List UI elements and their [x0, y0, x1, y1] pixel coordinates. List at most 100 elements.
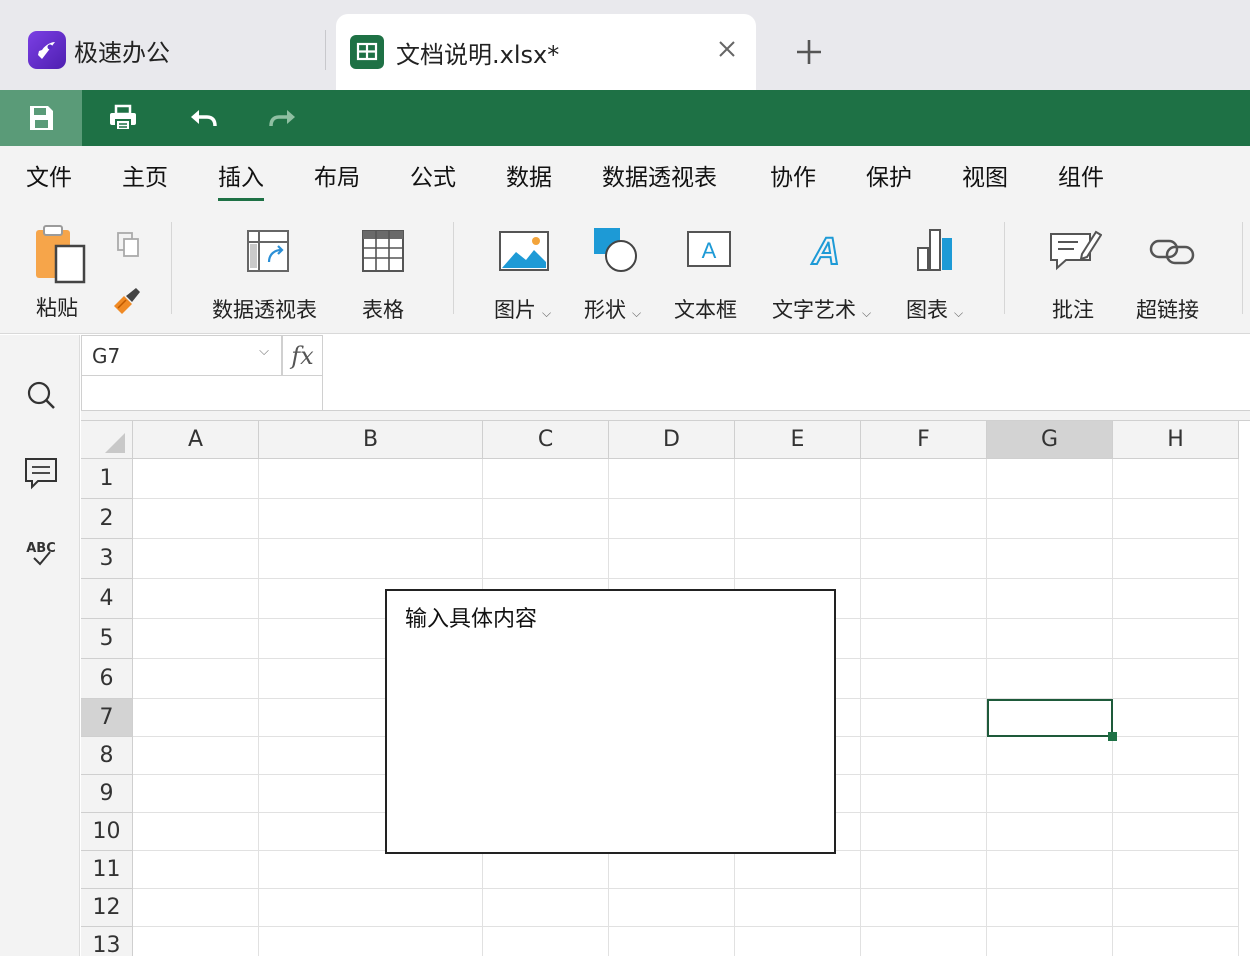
cell-b1[interactable] — [259, 459, 483, 499]
close-tab-icon[interactable] — [712, 34, 742, 64]
cell-g10[interactable] — [987, 813, 1113, 851]
cell-d2[interactable] — [609, 499, 735, 539]
cell-a12[interactable] — [133, 889, 259, 927]
cell-f10[interactable] — [861, 813, 987, 851]
cell-b11[interactable] — [259, 851, 483, 889]
cell-h4[interactable] — [1113, 579, 1239, 619]
search-icon[interactable] — [20, 375, 62, 415]
insert-table-button[interactable]: 表格 — [352, 224, 416, 324]
cell-h7[interactable] — [1113, 699, 1239, 737]
menu-collaborate[interactable]: 协作 — [770, 158, 816, 192]
cell-a6[interactable] — [133, 659, 259, 699]
save-icon[interactable] — [0, 90, 82, 146]
cell-b2[interactable] — [259, 499, 483, 539]
print-icon[interactable] — [82, 90, 164, 146]
text-box-shape[interactable]: 输入具体内容 — [385, 589, 836, 854]
cell-h3[interactable] — [1113, 539, 1239, 579]
cell-e12[interactable] — [735, 889, 861, 927]
cell-a10[interactable] — [133, 813, 259, 851]
cell-g5[interactable] — [987, 619, 1113, 659]
cell-e13[interactable] — [735, 927, 861, 956]
insert-image-button[interactable]: 图片 ⌵ — [490, 224, 564, 324]
cell-f5[interactable] — [861, 619, 987, 659]
cell-h13[interactable] — [1113, 927, 1239, 956]
column-header-e[interactable]: E — [735, 421, 861, 459]
insert-comment-button[interactable]: 批注 — [1044, 224, 1108, 324]
tab-home[interactable]: 极速办公 — [18, 24, 170, 76]
cell-g9[interactable] — [987, 775, 1113, 813]
paste-button[interactable]: 粘贴 — [28, 224, 92, 334]
cell-f13[interactable] — [861, 927, 987, 956]
row-header-13[interactable]: 13 — [81, 927, 133, 956]
cell-e11[interactable] — [735, 851, 861, 889]
cell-h6[interactable] — [1113, 659, 1239, 699]
cell-c11[interactable] — [483, 851, 609, 889]
cell-d1[interactable] — [609, 459, 735, 499]
cell-g1[interactable] — [987, 459, 1113, 499]
menu-pivot-table[interactable]: 数据透视表 — [602, 158, 717, 192]
cell-a4[interactable] — [133, 579, 259, 619]
tab-document[interactable]: 文档说明.xlsx* — [336, 14, 756, 90]
menu-home[interactable]: 主页 — [122, 158, 168, 192]
menu-insert[interactable]: 插入 — [218, 158, 264, 201]
cell-g3[interactable] — [987, 539, 1113, 579]
cell-a7[interactable] — [133, 699, 259, 737]
row-header-3[interactable]: 3 — [81, 539, 133, 579]
menu-protect[interactable]: 保护 — [866, 158, 912, 192]
cell-a2[interactable] — [133, 499, 259, 539]
cell-g7[interactable] — [987, 699, 1113, 737]
cell-c2[interactable] — [483, 499, 609, 539]
cell-f12[interactable] — [861, 889, 987, 927]
comments-icon[interactable] — [20, 453, 62, 493]
fill-handle[interactable] — [1108, 732, 1117, 741]
row-header-9[interactable]: 9 — [81, 775, 133, 813]
cell-d11[interactable] — [609, 851, 735, 889]
cell-f2[interactable] — [861, 499, 987, 539]
menu-components[interactable]: 组件 — [1058, 158, 1104, 192]
row-header-2[interactable]: 2 — [81, 499, 133, 539]
insert-pivot-table-button[interactable]: 数据透视表 — [210, 224, 326, 324]
column-header-c[interactable]: C — [483, 421, 609, 459]
cell-e1[interactable] — [735, 459, 861, 499]
insert-hyperlink-button[interactable]: 超链接 — [1134, 224, 1208, 324]
cell-c3[interactable] — [483, 539, 609, 579]
cell-f11[interactable] — [861, 851, 987, 889]
cell-a1[interactable] — [133, 459, 259, 499]
insert-textbox-button[interactable]: A 文本框 — [672, 224, 746, 324]
insert-function-button[interactable]: fx — [282, 335, 323, 376]
insert-chart-button[interactable]: 图表 ⌵ — [904, 224, 976, 324]
cell-h11[interactable] — [1113, 851, 1239, 889]
cell-a8[interactable] — [133, 737, 259, 775]
cell-g6[interactable] — [987, 659, 1113, 699]
row-header-5[interactable]: 5 — [81, 619, 133, 659]
row-header-12[interactable]: 12 — [81, 889, 133, 927]
row-header-6[interactable]: 6 — [81, 659, 133, 699]
name-box[interactable]: G7 ⌵ — [81, 335, 282, 376]
menu-file[interactable]: 文件 — [26, 158, 72, 192]
cell-e3[interactable] — [735, 539, 861, 579]
menu-data[interactable]: 数据 — [506, 158, 552, 192]
cell-f7[interactable] — [861, 699, 987, 737]
insert-wordart-button[interactable]: A 文字艺术 ⌵ — [770, 224, 882, 324]
cell-g12[interactable] — [987, 889, 1113, 927]
cell-h12[interactable] — [1113, 889, 1239, 927]
format-painter-icon[interactable] — [110, 284, 144, 318]
new-tab-icon[interactable] — [790, 35, 828, 69]
cell-f9[interactable] — [861, 775, 987, 813]
menu-layout[interactable]: 布局 — [314, 158, 360, 192]
cell-a3[interactable] — [133, 539, 259, 579]
row-header-1[interactable]: 1 — [81, 459, 133, 499]
cell-g13[interactable] — [987, 927, 1113, 956]
column-header-f[interactable]: F — [861, 421, 987, 459]
formula-input[interactable] — [323, 335, 1250, 411]
cell-b13[interactable] — [259, 927, 483, 956]
cell-g4[interactable] — [987, 579, 1113, 619]
cell-g2[interactable] — [987, 499, 1113, 539]
cell-d12[interactable] — [609, 889, 735, 927]
cell-h9[interactable] — [1113, 775, 1239, 813]
select-all-corner[interactable] — [81, 421, 133, 459]
cell-h2[interactable] — [1113, 499, 1239, 539]
cell-e2[interactable] — [735, 499, 861, 539]
redo-icon[interactable] — [242, 90, 324, 146]
copy-icon[interactable] — [114, 230, 144, 260]
